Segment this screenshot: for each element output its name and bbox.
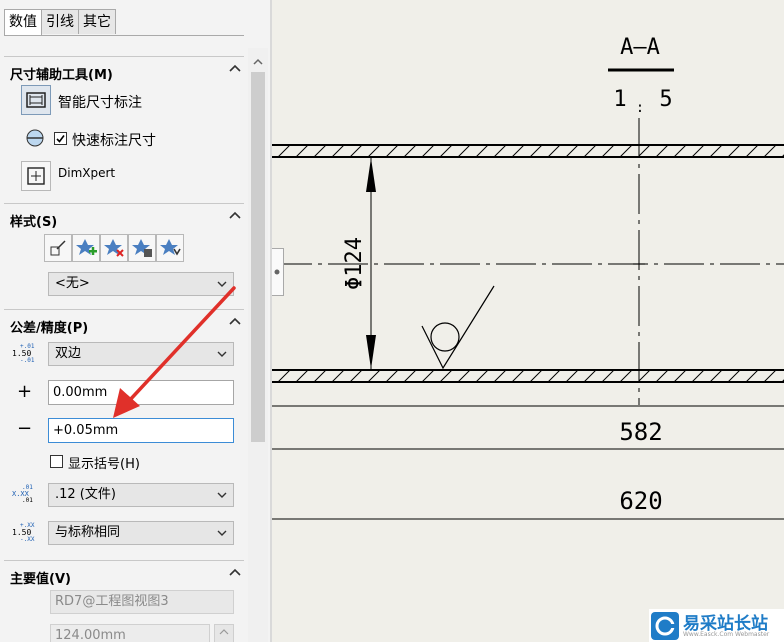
watermark-logo: 易采站长站 Www.Easck.Com Webmaster (649, 609, 784, 642)
red-annotation-arrow (113, 286, 236, 418)
watermark-sub: Www.Easck.Com Webmaster (683, 631, 770, 638)
watermark-logo-icon (651, 612, 679, 640)
